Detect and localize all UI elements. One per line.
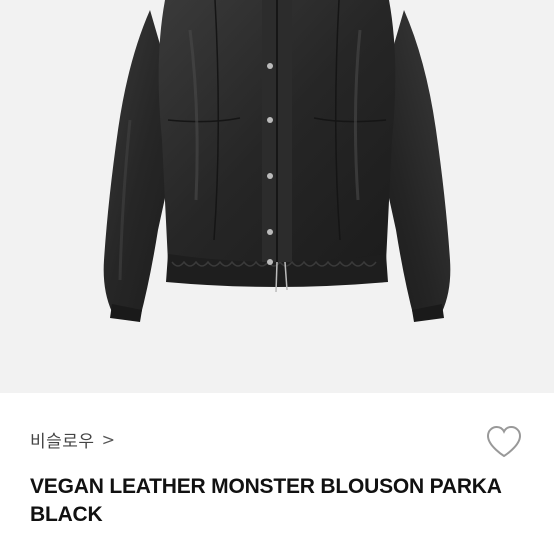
heart-outline-icon bbox=[486, 425, 522, 458]
product-info: 비슬로우 > VEGAN LEATHER MONSTER BLOUSON PAR… bbox=[0, 393, 554, 554]
product-detail-page: 비슬로우 > VEGAN LEATHER MONSTER BLOUSON PAR… bbox=[0, 0, 554, 554]
wishlist-button[interactable] bbox=[484, 423, 524, 461]
product-image[interactable] bbox=[0, 0, 554, 393]
chevron-right-icon: > bbox=[101, 430, 115, 449]
jacket-illustration bbox=[103, 0, 451, 322]
brand-name: 비슬로우 bbox=[30, 432, 95, 452]
product-title: VEGAN LEATHER MONSTER BLOUSON PARKA BLAC… bbox=[30, 475, 501, 526]
brand-link[interactable]: 비슬로우 > bbox=[30, 427, 115, 452]
